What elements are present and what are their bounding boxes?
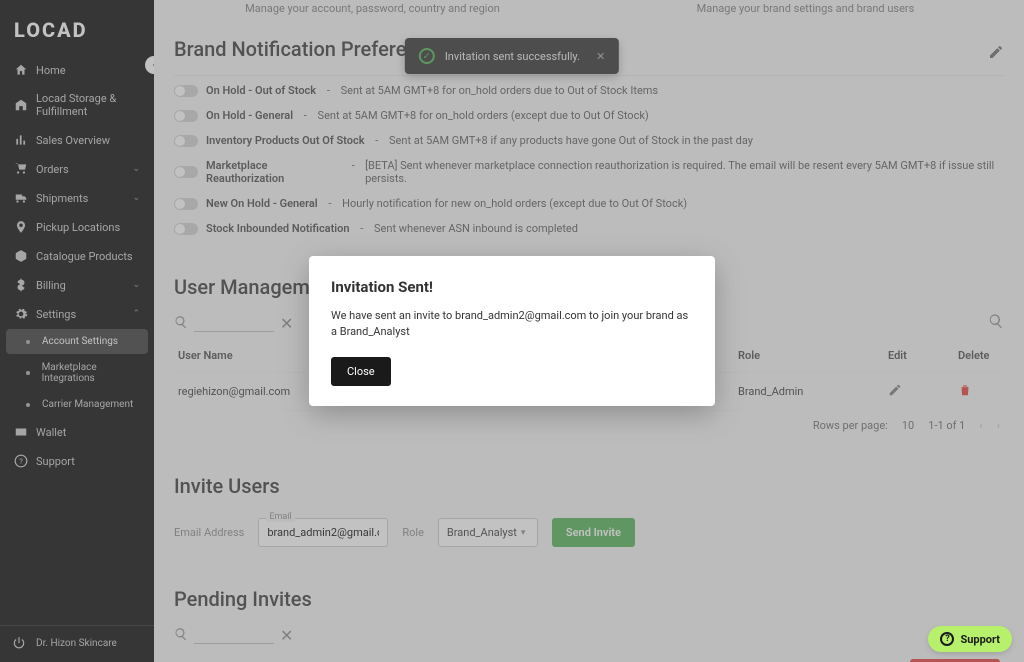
invitation-sent-modal: Invitation Sent! We have sent an invite …: [309, 256, 715, 406]
modal-close-button[interactable]: Close: [331, 357, 391, 386]
modal-overlay[interactable]: Invitation Sent! We have sent an invite …: [0, 0, 1024, 662]
support-pill-label: Support: [960, 633, 1000, 646]
support-widget-button[interactable]: ? Support: [928, 626, 1012, 652]
modal-body: We have sent an invite to brand_admin2@g…: [331, 308, 693, 339]
help-icon: ?: [940, 632, 954, 646]
modal-title: Invitation Sent!: [331, 278, 693, 296]
